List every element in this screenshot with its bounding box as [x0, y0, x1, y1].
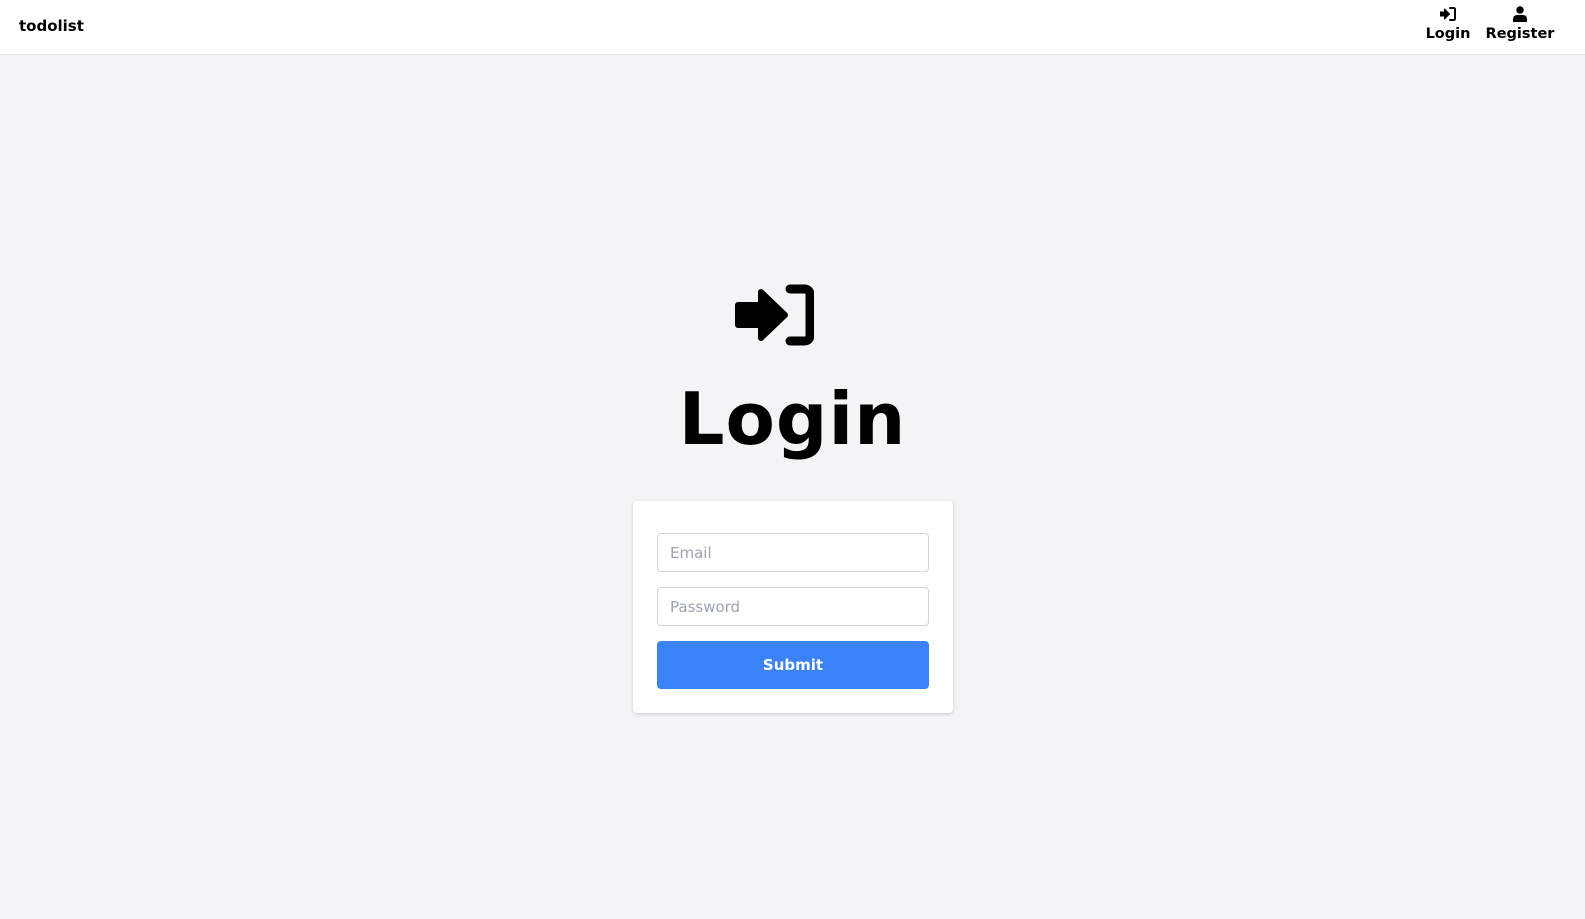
nav-login-label: Login: [1425, 26, 1471, 42]
top-navbar: todolist Login Register: [0, 0, 1585, 55]
email-field[interactable]: [657, 533, 929, 572]
brand-logo[interactable]: todolist: [19, 17, 84, 35]
page-title: Login: [678, 377, 907, 461]
nav-login-link[interactable]: Login: [1424, 5, 1472, 42]
login-form-card: Submit: [633, 501, 953, 713]
nav-register-link[interactable]: Register: [1485, 5, 1555, 42]
sign-in-icon: [734, 284, 815, 346]
submit-button[interactable]: Submit: [657, 641, 929, 689]
sign-in-icon: [1439, 5, 1457, 23]
nav-register-label: Register: [1485, 26, 1555, 42]
user-icon: [1511, 5, 1529, 23]
password-field[interactable]: [657, 587, 929, 626]
